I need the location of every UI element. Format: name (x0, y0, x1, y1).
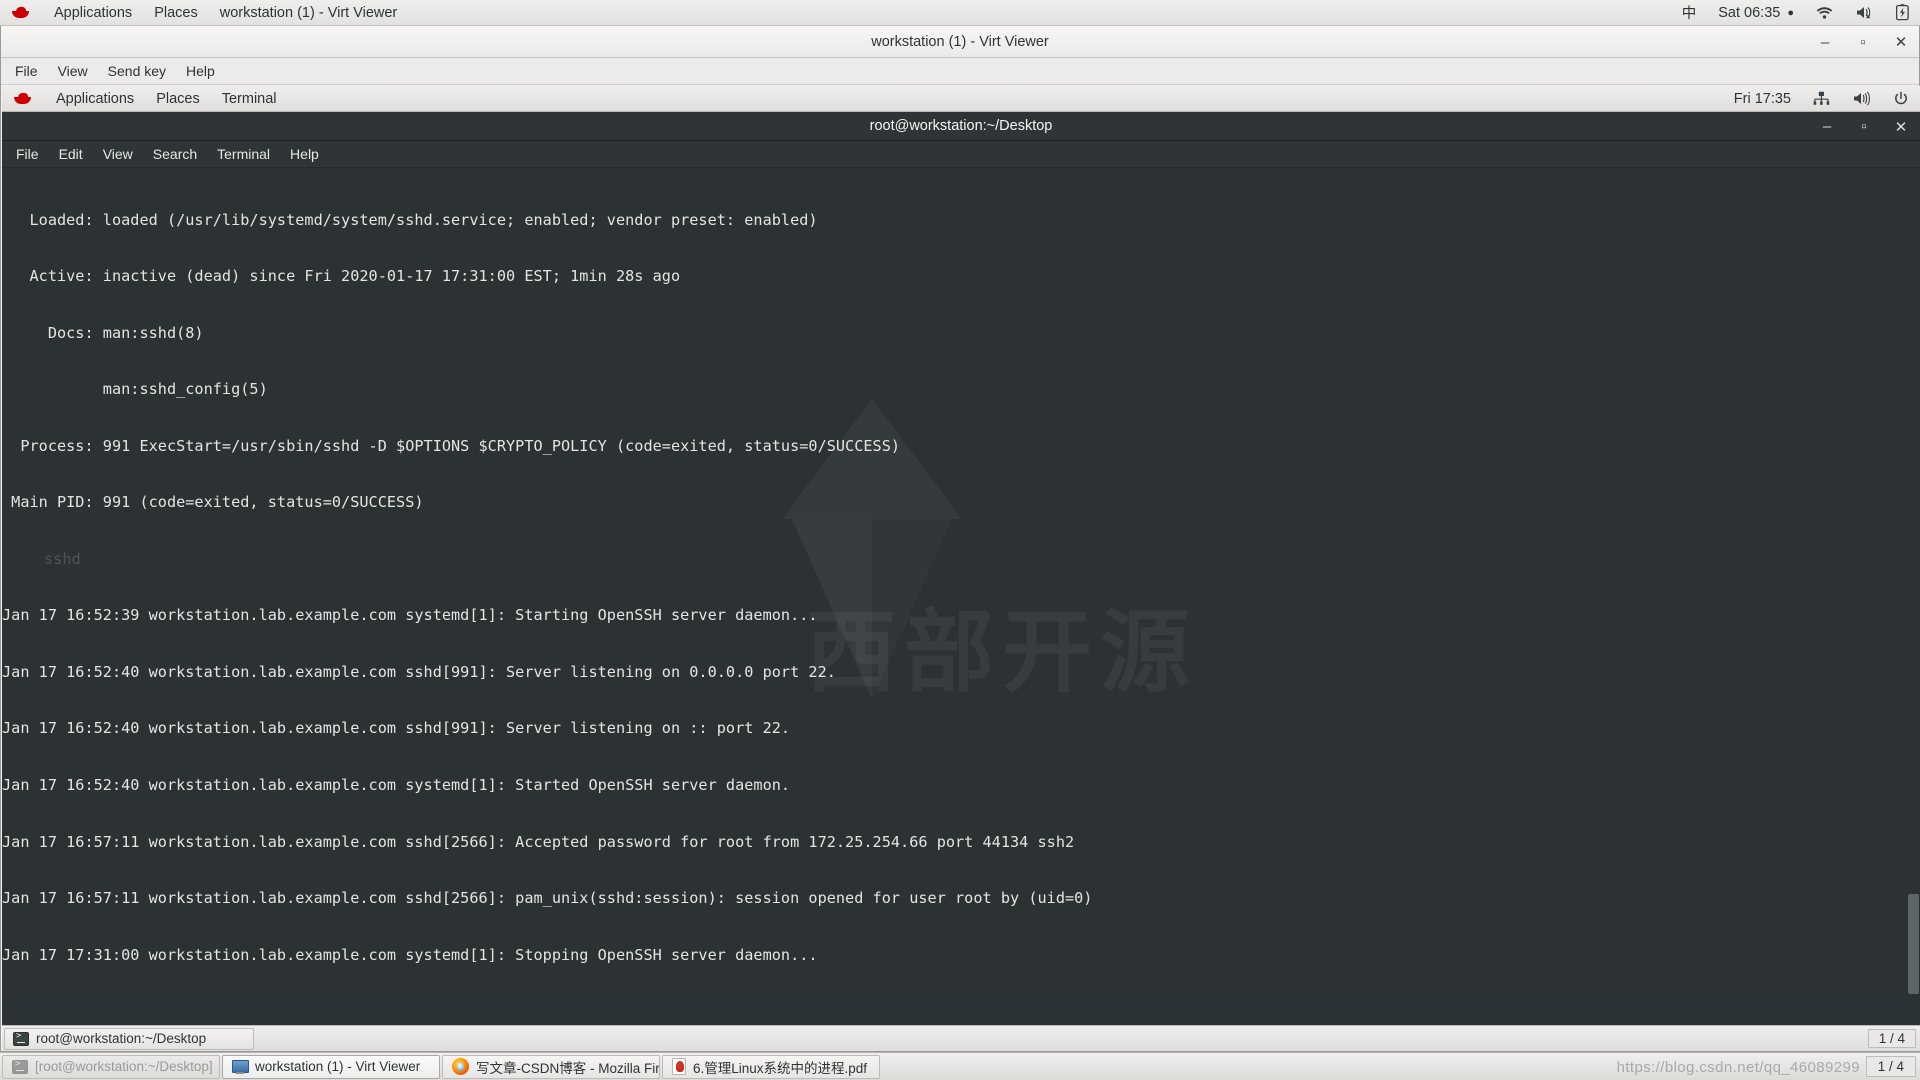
guest-desktop: Applications Places Terminal Fri 17:35 r… (2, 86, 1920, 1051)
volume-muted-icon[interactable] (1844, 0, 1885, 26)
guest-panel-status-area: Fri 17:35 (1723, 86, 1920, 112)
terminal-line: man:sshd_config(5) (2, 380, 268, 399)
host-taskbar-window-firefox[interactable]: 写文章-CSDN博客 - Mozilla Firefox (442, 1054, 660, 1079)
host-taskbar-window-terminal[interactable]: [root@workstation:~/Desktop] (2, 1054, 220, 1079)
host-places-menu[interactable]: Places (143, 0, 209, 26)
terminal-line: Jan 17 16:52:40 workstation.lab.example.… (2, 662, 836, 681)
host-taskbar-window-pdf[interactable]: 6.管理Linux系统中的进程.pdf (662, 1054, 880, 1079)
close-icon[interactable]: ✕ (1893, 33, 1909, 51)
host-clock[interactable]: Sat 06:35 ● (1707, 0, 1805, 26)
virt-viewer-titlebar[interactable]: workstation (1) - Virt Viewer – ▫ ✕ (1, 26, 1919, 58)
guest-taskbar-window-label: root@workstation:~/Desktop (36, 1031, 207, 1046)
host-taskbar-window-label: [root@workstation:~/Desktop] (35, 1059, 213, 1074)
host-taskbar: [root@workstation:~/Desktop] workstation… (0, 1052, 1920, 1080)
host-active-window-title[interactable]: workstation (1) - Virt Viewer (209, 0, 409, 26)
terminal-titlebar[interactable]: root@workstation:~/Desktop – ▫ ✕ (2, 112, 1920, 141)
host-top-panel: Applications Places workstation (1) - Vi… (0, 0, 1920, 26)
guest-active-window-title[interactable]: Terminal (211, 86, 288, 112)
network-icon[interactable] (1802, 86, 1841, 112)
guest-places-menu[interactable]: Places (145, 86, 211, 112)
guest-workspace-pager[interactable]: 1 / 4 (1867, 1029, 1916, 1048)
vv-menu-send-key[interactable]: Send key (98, 58, 176, 85)
maximize-icon[interactable]: ▫ (1855, 34, 1871, 51)
virt-viewer-menubar: File View Send key Help (1, 58, 1919, 85)
guest-taskbar-window-terminal[interactable]: root@workstation:~/Desktop (4, 1027, 254, 1050)
redhat-logo-icon (11, 6, 30, 19)
volume-icon[interactable] (1841, 86, 1882, 112)
terminal-title-label: root@workstation:~/Desktop (869, 118, 1053, 134)
terminal-line: Active: inactive (dead) since Fri 2020-0… (2, 267, 681, 286)
battery-charging-icon[interactable] (1885, 0, 1920, 26)
terminal-line: Jan 17 16:57:11 workstation.lab.example.… (2, 889, 1093, 908)
redhat-logo-icon (13, 92, 32, 105)
host-redhat-menu[interactable] (0, 0, 43, 26)
terminal-icon (13, 1031, 29, 1046)
notification-dot-icon: ● (1787, 6, 1794, 19)
terminal-line: Jan 17 16:52:39 workstation.lab.example.… (2, 606, 818, 625)
virt-viewer-window-buttons: – ▫ ✕ (1817, 26, 1909, 58)
scrolled-fragment-text: sshd (44, 549, 81, 568)
host-taskbar-window-label: 6.管理Linux系统中的进程.pdf (693, 1060, 868, 1076)
vv-menu-view[interactable]: View (48, 58, 98, 85)
term-menu-terminal[interactable]: Terminal (207, 141, 280, 168)
minimize-icon[interactable]: – (1817, 34, 1833, 51)
wifi-icon[interactable] (1805, 0, 1844, 26)
host-workspace-pager[interactable]: 1 / 4 (1865, 1056, 1916, 1077)
terminal-scrolled-fragment: sshd (2, 550, 1907, 569)
vv-menu-help[interactable]: Help (176, 58, 225, 85)
host-applications-menu[interactable]: Applications (43, 0, 143, 26)
terminal-line: Main PID: 991 (code=exited, status=0/SUC… (2, 493, 424, 512)
terminal-line: Jan 17 16:57:11 workstation.lab.example.… (2, 832, 1075, 851)
terminal-menubar: File Edit View Search Terminal Help (2, 141, 1920, 168)
vv-menu-file[interactable]: File (5, 58, 48, 85)
terminal-icon (12, 1059, 28, 1074)
term-menu-file[interactable]: File (6, 141, 49, 168)
guest-clock[interactable]: Fri 17:35 (1723, 86, 1802, 112)
host-panel-status-area: 中 Sat 06:35 ● (1671, 0, 1920, 26)
guest-redhat-menu[interactable] (2, 86, 45, 112)
input-method-indicator[interactable]: 中 (1671, 0, 1708, 26)
terminal-line: Jan 17 17:31:00 workstation.lab.example.… (2, 945, 818, 964)
terminal-line: Jan 17 16:52:40 workstation.lab.example.… (2, 776, 791, 794)
terminal-window-buttons: – ▫ ✕ (1820, 112, 1908, 141)
host-taskbar-window-virt-viewer[interactable]: workstation (1) - Virt Viewer (222, 1054, 440, 1079)
terminal-scrollbar[interactable] (1907, 169, 1920, 1000)
terminal-output-area[interactable]: 西部开源 Loaded: loaded (/usr/lib/systemd/sy… (2, 169, 1920, 1000)
terminal-text: Loaded: loaded (/usr/lib/systemd/system/… (2, 169, 1907, 1000)
pdf-icon (672, 1058, 686, 1075)
term-menu-edit[interactable]: Edit (49, 141, 93, 168)
term-menu-search[interactable]: Search (143, 141, 207, 168)
firefox-icon (452, 1058, 469, 1075)
power-icon[interactable] (1882, 86, 1920, 112)
term-menu-view[interactable]: View (93, 141, 143, 168)
scrollbar-thumb[interactable] (1908, 894, 1919, 994)
minimize-icon[interactable]: – (1820, 118, 1834, 135)
terminal-line: Process: 991 ExecStart=/usr/sbin/sshd -D… (2, 436, 901, 455)
host-taskbar-window-label: workstation (1) - Virt Viewer (255, 1059, 421, 1074)
guest-taskbar: root@workstation:~/Desktop 1 / 4 (2, 1025, 1920, 1051)
host-taskbar-window-label: 写文章-CSDN博客 - Mozilla Firefox (476, 1060, 660, 1076)
guest-top-panel: Applications Places Terminal Fri 17:35 (2, 86, 1920, 112)
host-clock-label: Sat 06:35 (1718, 4, 1781, 21)
virt-viewer-window: workstation (1) - Virt Viewer – ▫ ✕ File… (0, 26, 1920, 1052)
close-icon[interactable]: ✕ (1894, 118, 1908, 136)
virt-viewer-title: workstation (1) - Virt Viewer (871, 33, 1049, 50)
virt-viewer-icon (232, 1059, 249, 1074)
guest-applications-menu[interactable]: Applications (45, 86, 145, 112)
terminal-window: root@workstation:~/Desktop – ▫ ✕ File Ed… (2, 112, 1920, 1000)
terminal-line: Docs: man:sshd(8) (2, 323, 204, 342)
maximize-icon[interactable]: ▫ (1857, 118, 1871, 135)
terminal-line: Jan 17 16:52:40 workstation.lab.example.… (2, 719, 791, 738)
term-menu-help[interactable]: Help (280, 141, 329, 168)
terminal-line: Loaded: loaded (/usr/lib/systemd/system/… (2, 210, 818, 229)
